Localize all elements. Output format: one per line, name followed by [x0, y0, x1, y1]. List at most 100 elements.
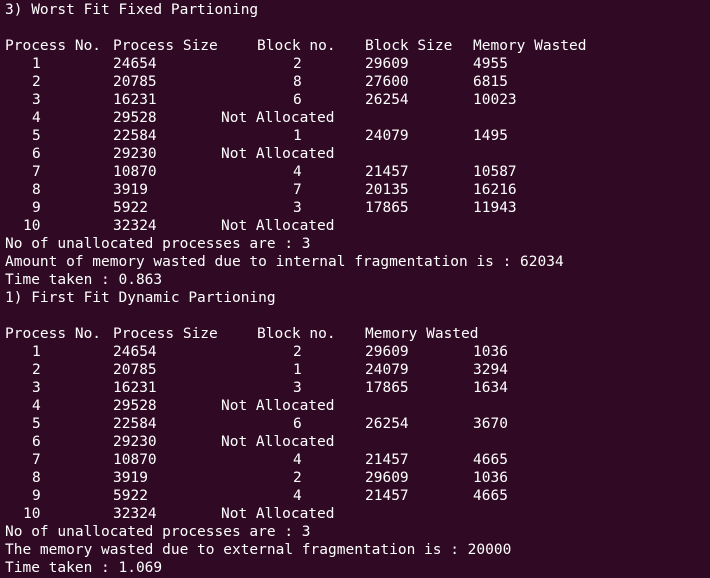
process-number: 8 — [32, 470, 41, 486]
process-number: 5 — [32, 128, 41, 144]
process-size: 22584 — [113, 128, 157, 144]
time-taken-text: Time taken : 1.069 — [5, 560, 163, 576]
section-title-text: 1) First Fit Dynamic Partioning — [5, 290, 276, 306]
not-allocated-label: Not Allocated — [221, 506, 335, 522]
header-memory-wasted: Memory Wasted — [473, 38, 587, 54]
header-memory-wasted: Memory Wasted — [365, 326, 479, 342]
block-size: 17865 — [365, 200, 409, 216]
block-size: 24079 — [365, 362, 409, 378]
table-row: 9 5922 4 21457 4665 — [5, 487, 710, 505]
memory-wasted: 1036 — [473, 470, 508, 486]
process-number: 9 — [32, 200, 41, 216]
block-size: 20135 — [365, 182, 409, 198]
header-block-no: Block no. — [257, 326, 336, 342]
memory-wasted: 10023 — [473, 92, 517, 108]
summary-wasted: The memory wasted due to external fragme… — [5, 541, 710, 559]
table-header: Process No. Process Size Block no. Block… — [5, 37, 710, 55]
process-size: 24654 — [113, 56, 157, 72]
not-allocated-label: Not Allocated — [221, 434, 335, 450]
summary-wasted-text: The memory wasted due to external fragme… — [5, 542, 512, 558]
process-number: 1 — [32, 344, 41, 360]
process-number: 1 — [32, 56, 41, 72]
table-row: 7 10870 4 21457 10587 — [5, 163, 710, 181]
process-number: 10 — [23, 218, 41, 234]
process-size: 10870 — [113, 452, 157, 468]
memory-wasted: 3670 — [473, 416, 508, 432]
process-number: 2 — [32, 362, 41, 378]
table-row: 4 29528 Not Allocated — [5, 109, 710, 127]
process-size: 10870 — [113, 164, 157, 180]
process-number: 3 — [32, 92, 41, 108]
memory-wasted: 1036 — [473, 344, 508, 360]
block-size: 26254 — [365, 92, 409, 108]
process-number: 6 — [32, 434, 41, 450]
process-number: 4 — [32, 398, 41, 414]
block-number: 1 — [293, 362, 302, 378]
process-number: 9 — [32, 488, 41, 504]
memory-wasted: 6815 — [473, 74, 508, 90]
block-size: 21457 — [365, 164, 409, 180]
block-size: 21457 — [365, 452, 409, 468]
process-size: 16231 — [113, 380, 157, 396]
not-allocated-label: Not Allocated — [221, 146, 335, 162]
memory-wasted: 11943 — [473, 200, 517, 216]
process-number: 4 — [32, 110, 41, 126]
time-taken: Time taken : 0.863 — [5, 271, 710, 289]
memory-wasted: 4665 — [473, 452, 508, 468]
process-size: 32324 — [113, 218, 157, 234]
block-number: 2 — [293, 56, 302, 72]
table-row: 6 29230 Not Allocated — [5, 145, 710, 163]
block-size: 24079 — [365, 128, 409, 144]
summary-unallocated-text: No of unallocated processes are : 3 — [5, 236, 311, 252]
memory-wasted: 4955 — [473, 56, 508, 72]
block-size: 26254 — [365, 416, 409, 432]
block-number: 2 — [293, 470, 302, 486]
memory-wasted: 10587 — [473, 164, 517, 180]
terminal-output[interactable]: 3) Worst Fit Fixed Partioning Process No… — [0, 0, 710, 578]
block-number: 4 — [293, 164, 302, 180]
header-process-no: Process No. — [5, 38, 102, 54]
process-size: 24654 — [113, 344, 157, 360]
process-number: 8 — [32, 182, 41, 198]
process-number: 3 — [32, 380, 41, 396]
not-allocated-label: Not Allocated — [221, 398, 335, 414]
table-row: 3 16231 3 17865 1634 — [5, 379, 710, 397]
memory-wasted: 16216 — [473, 182, 517, 198]
process-size: 22584 — [113, 416, 157, 432]
process-size: 32324 — [113, 506, 157, 522]
memory-wasted: 4665 — [473, 488, 508, 504]
table-row: 6 29230 Not Allocated — [5, 433, 710, 451]
table-row: 4 29528 Not Allocated — [5, 397, 710, 415]
process-size: 3919 — [113, 182, 148, 198]
process-size: 20785 — [113, 362, 157, 378]
block-number: 7 — [293, 182, 302, 198]
table-row: 2 20785 8 27600 6815 — [5, 73, 710, 91]
memory-wasted: 1495 — [473, 128, 508, 144]
header-block-no: Block no. — [257, 38, 336, 54]
header-process-size: Process Size — [113, 38, 218, 54]
summary-unallocated: No of unallocated processes are : 3 — [5, 523, 710, 541]
memory-wasted: 3294 — [473, 362, 508, 378]
process-size: 29230 — [113, 146, 157, 162]
table-row: 8 3919 7 20135 16216 — [5, 181, 710, 199]
block-size: 21457 — [365, 488, 409, 504]
block-number: 1 — [293, 128, 302, 144]
section-title: 1) First Fit Dynamic Partioning — [5, 289, 710, 307]
block-number: 4 — [293, 452, 302, 468]
summary-unallocated-text: No of unallocated processes are : 3 — [5, 524, 311, 540]
process-number: 6 — [32, 146, 41, 162]
block-number: 6 — [293, 416, 302, 432]
section-title: 3) Worst Fit Fixed Partioning — [5, 1, 710, 19]
block-size: 27600 — [365, 74, 409, 90]
block-size: 29609 — [365, 344, 409, 360]
block-size: 29609 — [365, 470, 409, 486]
process-number: 7 — [32, 452, 41, 468]
not-allocated-label: Not Allocated — [221, 218, 335, 234]
block-size: 29609 — [365, 56, 409, 72]
table-row: 7 10870 4 21457 4665 — [5, 451, 710, 469]
block-number: 2 — [293, 344, 302, 360]
table-row: 5 22584 6 26254 3670 — [5, 415, 710, 433]
process-size: 16231 — [113, 92, 157, 108]
summary-unallocated: No of unallocated processes are : 3 — [5, 235, 710, 253]
